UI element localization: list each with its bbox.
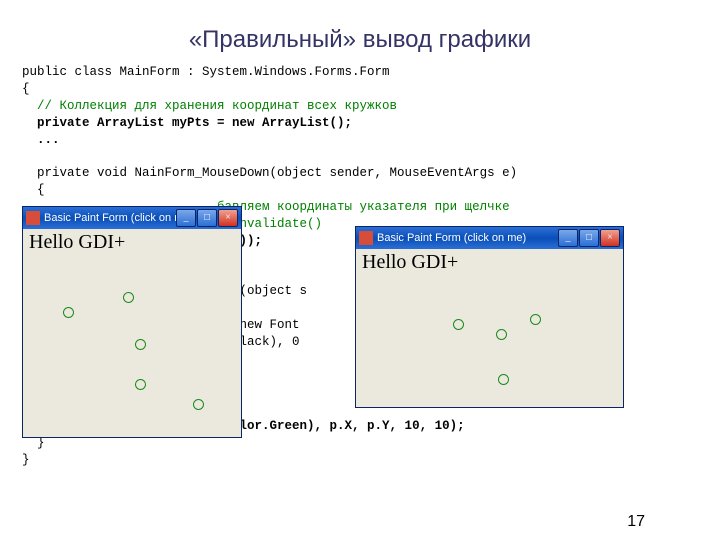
code-line: { <box>22 82 30 96</box>
hello-text: Hello GDI+ <box>362 251 458 274</box>
green-circle <box>498 374 509 385</box>
app-icon <box>359 231 373 245</box>
close-button[interactable]: × <box>600 229 620 247</box>
green-circle <box>496 329 507 340</box>
close-button[interactable]: × <box>218 209 238 227</box>
code-line: } <box>22 436 45 450</box>
code-comment: // Коллекция для хранения координат всех… <box>22 99 397 113</box>
client-area-1[interactable]: Hello GDI+ <box>25 229 239 435</box>
code-line: public class MainForm : System.Windows.F… <box>22 65 390 79</box>
paint-window-2: Basic Paint Form (click on me) _ □ × Hel… <box>355 226 624 408</box>
code-line: { <box>22 183 45 197</box>
maximize-button[interactable]: □ <box>579 229 599 247</box>
window-title: Basic Paint Form (click on me) <box>44 212 176 224</box>
code-line-bold: private ArrayList myPts = new ArrayList(… <box>22 116 352 130</box>
titlebar[interactable]: Basic Paint Form (click on me) _ □ × <box>23 207 241 229</box>
window-title: Basic Paint Form (click on me) <box>377 232 558 244</box>
maximize-button[interactable]: □ <box>197 209 217 227</box>
page-number: 17 <box>627 513 645 531</box>
code-line: private void NainForm_MouseDown(object s… <box>22 166 517 180</box>
green-circle <box>135 339 146 350</box>
hello-text: Hello GDI+ <box>29 231 125 254</box>
app-icon <box>26 211 40 225</box>
minimize-button[interactable]: _ <box>558 229 578 247</box>
green-circle <box>63 307 74 318</box>
green-circle <box>530 314 541 325</box>
client-area-2[interactable]: Hello GDI+ <box>358 249 621 405</box>
green-circle <box>135 379 146 390</box>
code-line-bold: ... <box>22 133 60 147</box>
code-line: } <box>22 453 30 467</box>
green-circle <box>453 319 464 330</box>
minimize-button[interactable]: _ <box>176 209 196 227</box>
paint-window-1: Basic Paint Form (click on me) _ □ × Hel… <box>22 206 242 438</box>
slide-title: «Правильный» вывод графики <box>0 16 720 54</box>
green-circle <box>193 399 204 410</box>
green-circle <box>123 292 134 303</box>
titlebar[interactable]: Basic Paint Form (click on me) _ □ × <box>356 227 623 249</box>
